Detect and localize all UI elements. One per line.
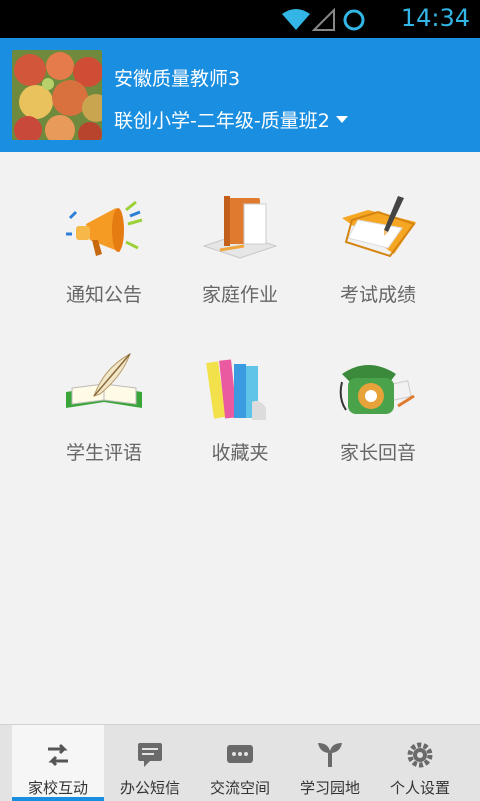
tab-label: 家校互动 xyxy=(27,779,88,797)
class-selector[interactable]: 联创小学-二年级-质量班2 xyxy=(114,106,348,133)
folder-pencil-icon xyxy=(342,196,416,258)
grid-item-exam-scores[interactable]: 考试成绩 xyxy=(308,190,448,310)
plant-icon xyxy=(318,743,342,767)
bookshelf-icon xyxy=(206,359,266,420)
tab-label: 办公短信 xyxy=(119,779,180,797)
status-icons xyxy=(282,7,365,31)
status-bar: 14:34 xyxy=(0,0,480,38)
dropdown-caret-icon xyxy=(335,116,348,123)
signal-icon xyxy=(311,7,335,31)
tab-home-school[interactable]: 家校互动 xyxy=(12,725,104,801)
grid-item-label: 通知公告 xyxy=(65,284,142,306)
grid-item-label: 学生评语 xyxy=(65,442,142,464)
megaphone-icon xyxy=(66,200,143,256)
bottom-tab-bar: 家校互动 办公短信 交流空间 学习园地 个人设置 xyxy=(0,724,480,801)
arrows-swap-icon xyxy=(48,743,68,767)
grid-item-label: 收藏夹 xyxy=(211,442,269,464)
avatar[interactable] xyxy=(12,50,102,140)
grid-item-parent-feedback[interactable]: 家长回音 xyxy=(308,348,448,468)
grid-item-student-comments[interactable]: 学生评语 xyxy=(34,348,174,468)
sync-icon xyxy=(343,9,365,31)
wifi-icon xyxy=(282,9,310,30)
tab-study[interactable]: 学习园地 xyxy=(284,725,376,801)
message-icon xyxy=(138,743,162,767)
grid-item-label: 家长回音 xyxy=(339,442,416,464)
tab-label: 个人设置 xyxy=(389,779,450,797)
user-name: 安徽质量教师3 xyxy=(114,68,241,90)
quill-book-icon xyxy=(66,352,142,408)
tab-community[interactable]: 交流空间 xyxy=(194,725,286,801)
grid-item-label: 考试成绩 xyxy=(339,284,416,306)
grid-item-homework[interactable]: 家庭作业 xyxy=(170,190,310,310)
grid-item-label: 家庭作业 xyxy=(201,284,278,306)
tab-office-sms[interactable]: 办公短信 xyxy=(104,725,196,801)
account-header: 安徽质量教师3 联创小学-二年级-质量班2 xyxy=(0,38,480,152)
chat-icon xyxy=(227,745,253,763)
status-time: 14:34 xyxy=(400,4,470,32)
grid-item-notices[interactable]: 通知公告 xyxy=(34,190,174,310)
class-selector-label: 联创小学-二年级-质量班2 xyxy=(114,110,330,132)
books-icon xyxy=(202,196,278,259)
tab-label: 交流空间 xyxy=(209,779,270,797)
gear-icon xyxy=(407,742,433,768)
tab-label: 学习园地 xyxy=(299,779,360,797)
avatar-peaches-image xyxy=(12,50,102,140)
tab-settings[interactable]: 个人设置 xyxy=(374,725,466,801)
grid-item-favorites[interactable]: 收藏夹 xyxy=(170,348,310,468)
phone-icon xyxy=(339,365,415,414)
